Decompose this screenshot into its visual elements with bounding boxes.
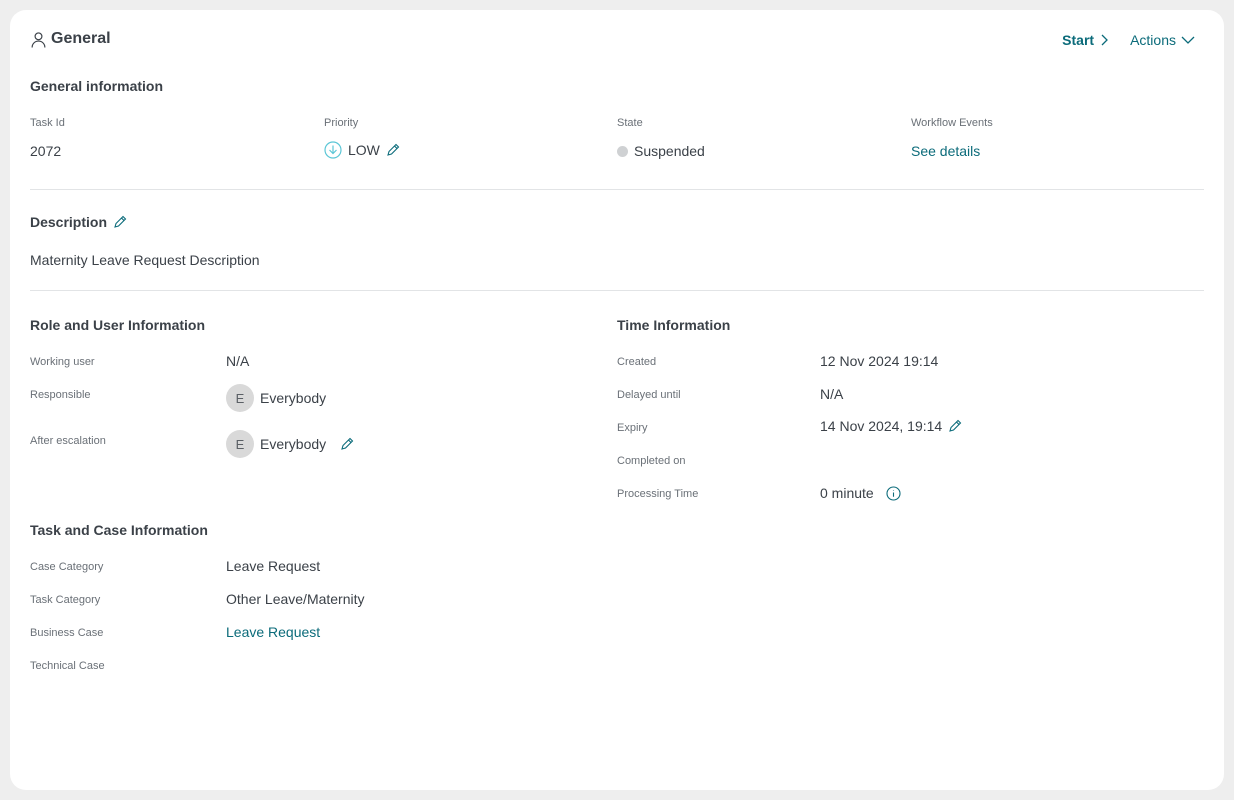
start-button[interactable]: Start — [1062, 32, 1110, 48]
workflow-events-label: Workflow Events — [911, 117, 993, 129]
description-header: Description — [30, 214, 127, 230]
created-label: Created — [617, 356, 657, 368]
priority-field: LOW — [324, 141, 400, 159]
task-general-card: General Start Actions General informatio… — [10, 10, 1224, 790]
task-category-label: Task Category — [30, 594, 101, 606]
expiry-value: 14 Nov 2024, 19:14 — [820, 418, 943, 434]
chevron-down-icon — [1181, 36, 1195, 44]
expiry-label: Expiry — [617, 422, 648, 434]
processing-time-field: 0 minute — [820, 485, 901, 501]
working-user-value: N/A — [226, 353, 250, 369]
edit-escalation-icon[interactable] — [340, 437, 354, 451]
card-header-title: General — [30, 30, 111, 48]
processing-time-label: Processing Time — [617, 488, 699, 500]
general-info-heading: General information — [30, 78, 164, 94]
chevron-right-icon — [1101, 34, 1108, 46]
responsible-field: E Everybody — [226, 384, 326, 412]
responsible-value: Everybody — [260, 390, 327, 406]
delayed-until-label: Delayed until — [617, 389, 681, 401]
edit-expiry-icon[interactable] — [948, 419, 962, 433]
state-value: Suspended — [634, 143, 705, 159]
role-info-heading: Role and User Information — [30, 317, 206, 333]
edit-priority-icon[interactable] — [386, 143, 400, 157]
start-label: Start — [1062, 32, 1095, 48]
card-title: General — [51, 30, 111, 47]
see-details-link[interactable]: See details — [911, 143, 980, 159]
avatar: E — [226, 384, 254, 412]
responsible-label: Responsible — [30, 389, 91, 401]
after-escalation-label: After escalation — [30, 435, 106, 447]
expiry-field: 14 Nov 2024, 19:14 — [820, 418, 962, 434]
edit-description-icon[interactable] — [113, 215, 127, 229]
processing-time-value: 0 minute — [820, 485, 874, 501]
case-category-label: Case Category — [30, 561, 104, 573]
arrow-down-circle-icon — [324, 141, 342, 159]
created-value: 12 Nov 2024 19:14 — [820, 353, 939, 369]
user-icon — [31, 31, 46, 48]
business-case-label: Business Case — [30, 627, 104, 639]
divider — [30, 189, 1204, 190]
header-actions: Start Actions — [1062, 32, 1196, 48]
divider — [30, 290, 1204, 291]
info-icon[interactable] — [886, 485, 901, 501]
description-heading: Description — [30, 214, 108, 230]
priority-label: Priority — [324, 117, 359, 129]
completed-on-label: Completed on — [617, 455, 686, 467]
delayed-until-value: N/A — [820, 386, 844, 402]
state-dot-icon — [617, 145, 628, 157]
actions-label: Actions — [1130, 32, 1176, 48]
after-escalation-field: E Everybody — [226, 430, 354, 458]
business-case-link[interactable]: Leave Request — [226, 624, 320, 640]
state-label: State — [617, 117, 643, 129]
priority-value: LOW — [348, 142, 380, 158]
description-text: Maternity Leave Request Description — [30, 252, 260, 268]
after-escalation-value: Everybody — [260, 436, 327, 452]
task-category-value: Other Leave/Maternity — [226, 591, 365, 607]
avatar: E — [226, 430, 254, 458]
task-id-label: Task Id — [30, 117, 65, 129]
case-category-value: Leave Request — [226, 558, 321, 574]
technical-case-label: Technical Case — [30, 660, 105, 672]
task-id-value: 2072 — [30, 143, 62, 159]
time-info-heading: Time Information — [617, 317, 731, 333]
state-field: Suspended — [617, 143, 705, 159]
actions-dropdown[interactable]: Actions — [1130, 32, 1196, 48]
working-user-label: Working user — [30, 356, 95, 368]
task-case-heading: Task and Case Information — [30, 522, 208, 538]
